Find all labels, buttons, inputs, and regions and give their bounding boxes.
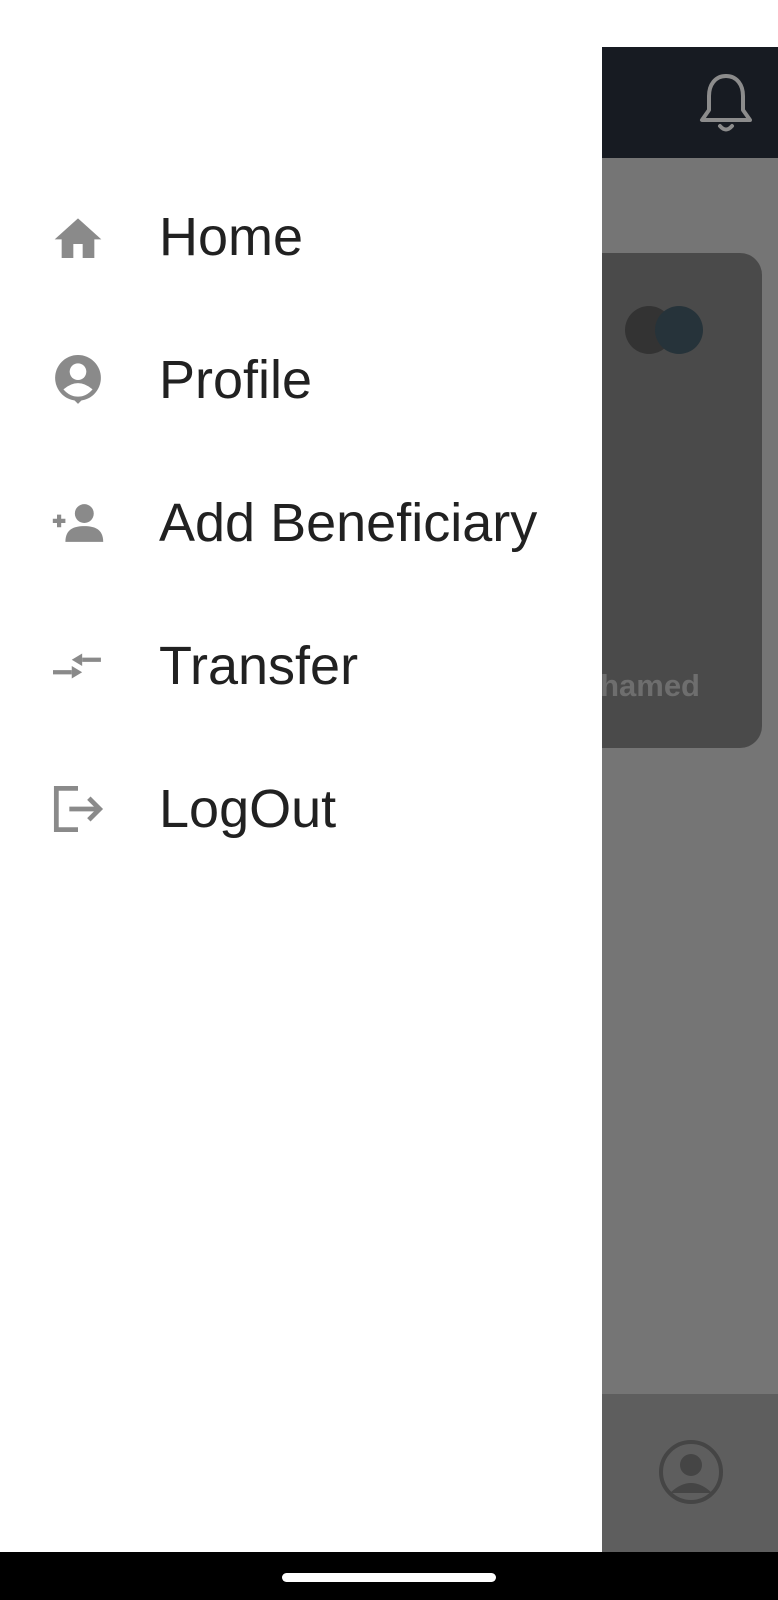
drawer-menu: Home Profile Add Beneficiary Transfer Lo… <box>0 165 602 880</box>
profile-icon <box>48 350 108 410</box>
drawer-item-logout[interactable]: LogOut <box>0 737 602 880</box>
drawer-item-label: Home <box>159 206 304 267</box>
bell-icon[interactable] <box>696 70 756 136</box>
logout-icon <box>48 779 108 839</box>
drawer-item-label: Profile <box>159 349 313 410</box>
card-brand-logo <box>625 306 703 354</box>
transfer-arrows-icon <box>48 636 108 696</box>
account-circle-icon[interactable] <box>658 1439 724 1505</box>
drawer-item-home[interactable]: Home <box>0 165 602 308</box>
home-icon <box>48 207 108 267</box>
drawer-item-add-beneficiary[interactable]: Add Beneficiary <box>0 451 602 594</box>
add-person-icon <box>48 493 108 553</box>
app-screen: hamed Home Profile Add Beneficiary Trans… <box>0 0 778 1600</box>
navigation-drawer: Home Profile Add Beneficiary Transfer Lo… <box>0 0 602 1552</box>
drawer-item-profile[interactable]: Profile <box>0 308 602 451</box>
drawer-item-label: Transfer <box>159 635 359 696</box>
drawer-item-label: Add Beneficiary <box>159 492 538 553</box>
drawer-item-transfer[interactable]: Transfer <box>0 594 602 737</box>
drawer-item-label: LogOut <box>159 778 337 839</box>
home-gesture-handle[interactable] <box>282 1573 496 1582</box>
